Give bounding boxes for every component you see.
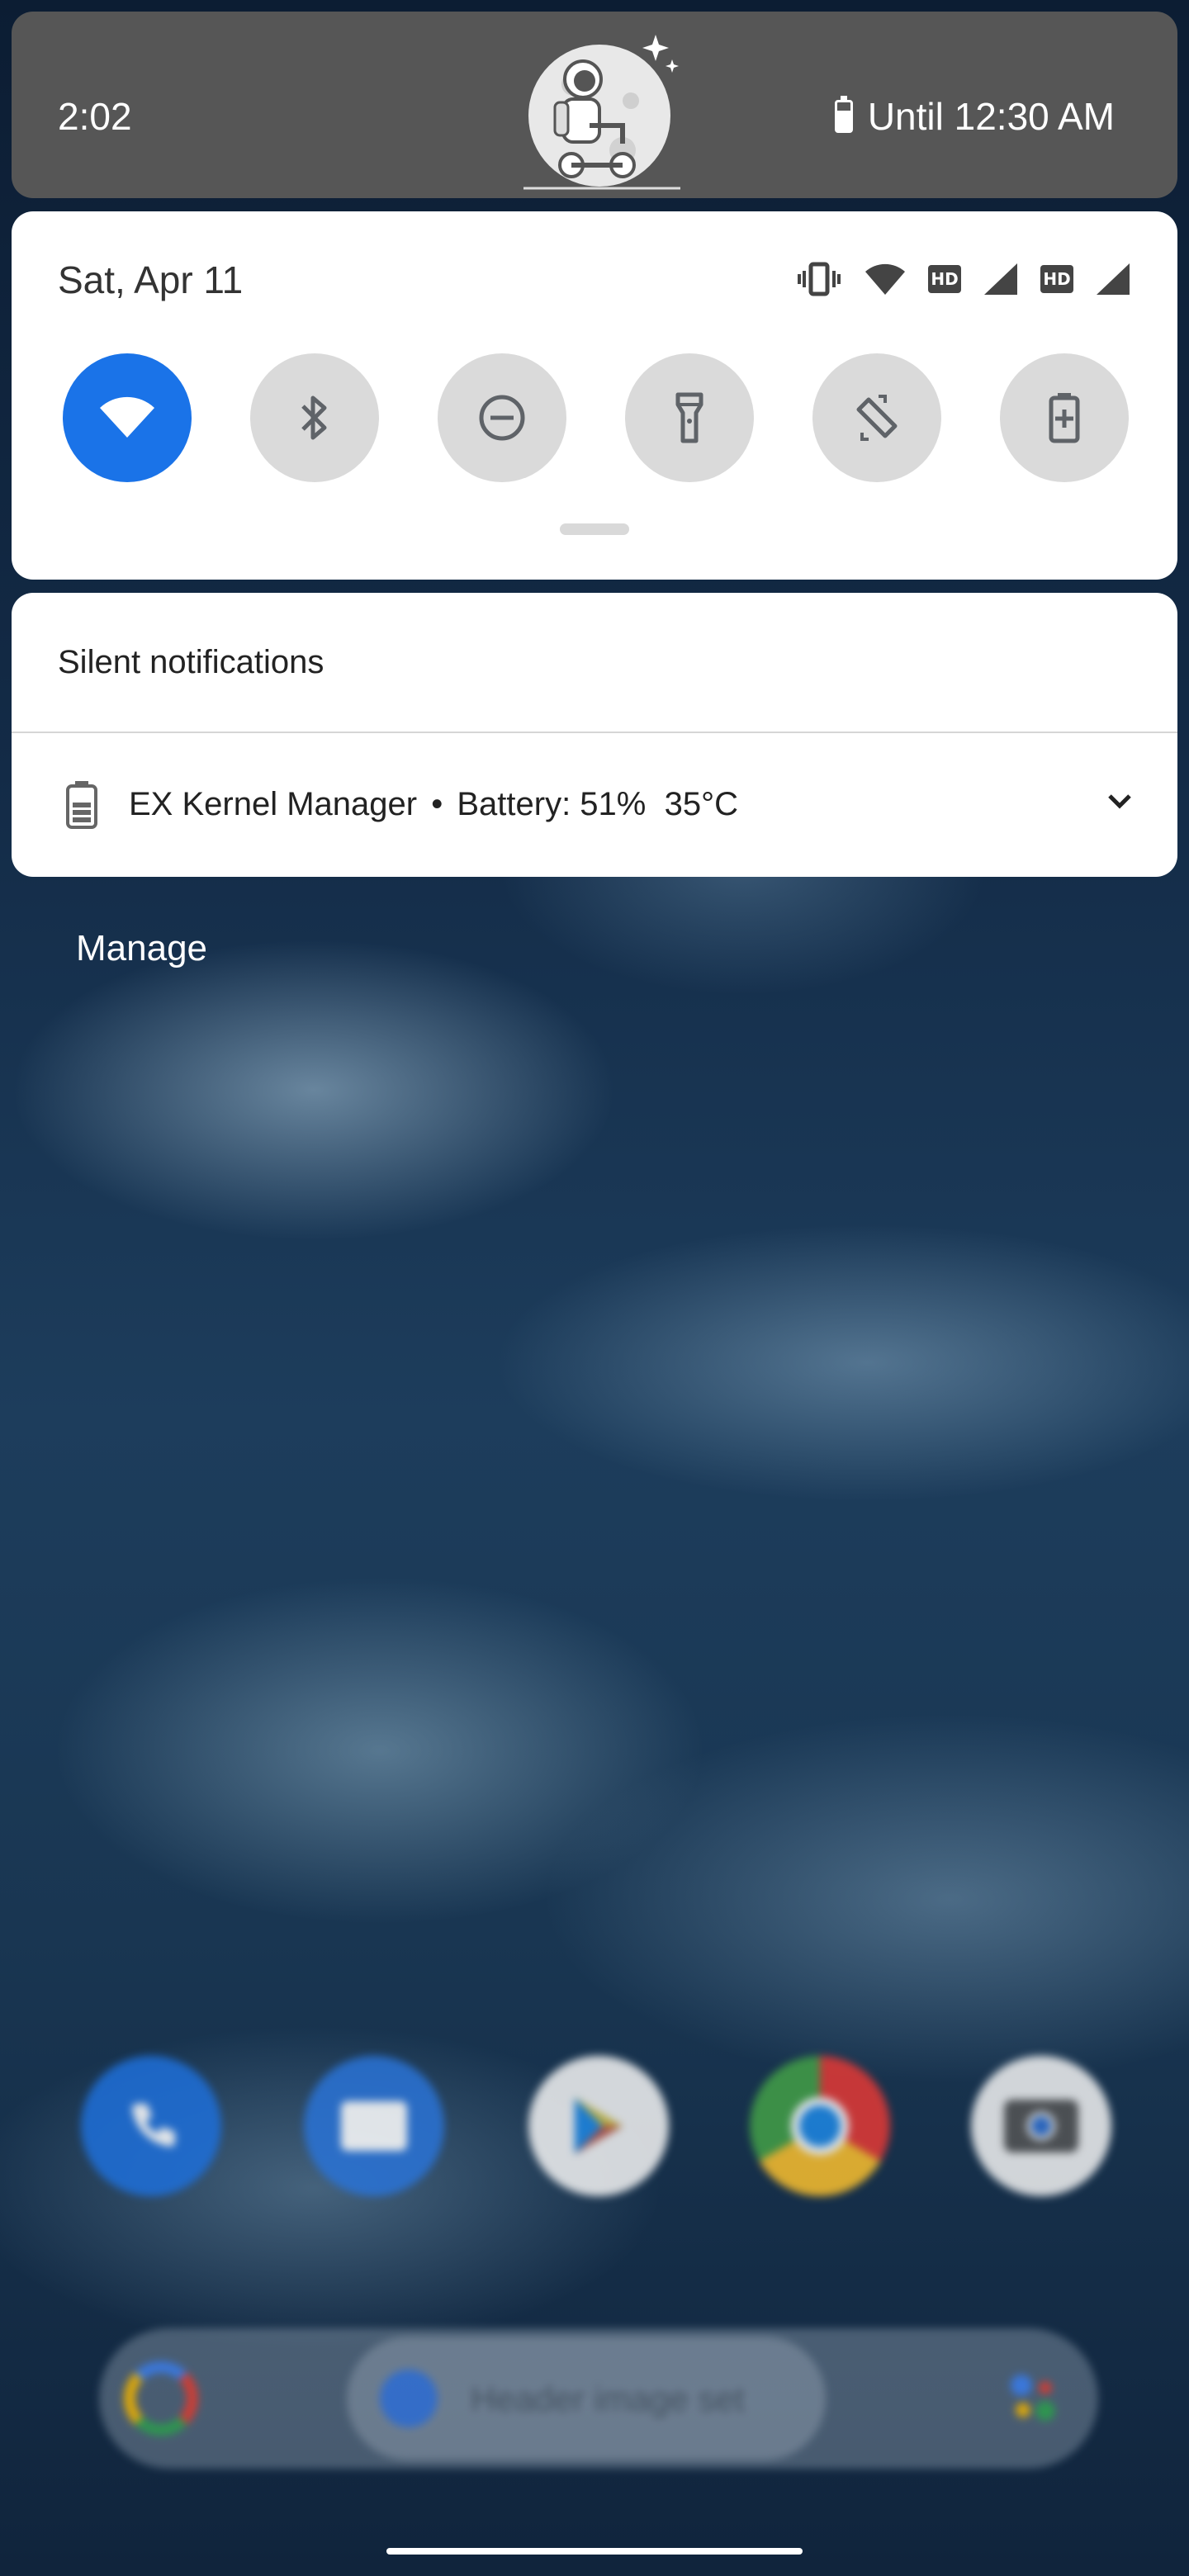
wifi-icon — [100, 396, 154, 438]
auto-rotate-icon — [856, 395, 898, 441]
home-screen-background: Header image set — [0, 2031, 1189, 2526]
battery-estimate: Until 12:30 AM — [867, 95, 1115, 138]
gesture-nav-handle[interactable] — [386, 2548, 803, 2555]
quick-settings-tiles — [63, 353, 1136, 482]
search-placeholder: Header image set — [471, 2379, 745, 2418]
date-label: Sat, Apr 11 — [58, 258, 244, 301]
flashlight-icon — [675, 392, 703, 443]
lens-icon — [380, 2370, 438, 2427]
hd-badge: HD — [1040, 265, 1073, 293]
flashlight-tile[interactable] — [625, 353, 754, 482]
bluetooth-tile[interactable] — [250, 353, 379, 482]
search-pill: Header image set — [347, 2337, 826, 2460]
app-name: EX Kernel Manager — [129, 786, 418, 822]
wifi-tile[interactable] — [63, 353, 192, 482]
cell-signal-icon — [984, 263, 1017, 295]
notification-item[interactable]: EX Kernel Manager • Battery: 51% 35°C — [12, 733, 1177, 877]
clock: 2:02 — [58, 95, 132, 138]
astronaut-moon-logo — [523, 35, 680, 190]
chrome-icon — [750, 2056, 890, 2196]
chevron-down-icon[interactable] — [1105, 791, 1135, 811]
separator: • — [431, 786, 443, 822]
auto-rotate-tile[interactable] — [812, 353, 941, 482]
quick-settings-panel: Sat, Apr 11 HD HD — [12, 211, 1177, 580]
manage-button[interactable]: Manage — [76, 928, 207, 969]
status-header: 2:02 Until 12:30 AM — [12, 12, 1177, 198]
wifi-signal-icon — [865, 263, 905, 295]
battery-saver-icon — [834, 96, 853, 133]
status-icons: HD HD — [796, 261, 1131, 297]
cell-signal-icon — [1097, 263, 1130, 295]
phone-icon — [81, 2056, 221, 2196]
bluetooth-icon — [301, 395, 327, 440]
battery-saver-tile[interactable] — [1000, 353, 1129, 482]
google-logo-icon — [124, 2361, 198, 2436]
search-bar: Header image set — [99, 2328, 1098, 2469]
battery-saver-icon — [1049, 393, 1080, 443]
section-title: Silent notifications — [58, 644, 324, 680]
assistant-icon — [1007, 2370, 1065, 2427]
expand-handle[interactable] — [560, 523, 629, 535]
do-not-disturb-tile[interactable] — [438, 353, 566, 482]
battery-icon — [66, 781, 97, 829]
notification-card: Silent notifications EX Kernel Manager •… — [12, 593, 1177, 877]
messages-icon — [304, 2056, 444, 2196]
play-store-icon — [528, 2056, 669, 2196]
notification-text: EX Kernel Manager • Battery: 51% 35°C — [129, 786, 738, 823]
do-not-disturb-icon — [479, 395, 525, 441]
notification-content: Battery: 51% 35°C — [457, 786, 738, 822]
camera-icon — [971, 2056, 1111, 2196]
battery-status: Until 12:30 AM — [834, 94, 1115, 139]
vibrate-icon — [798, 262, 841, 296]
hd-badge: HD — [928, 265, 961, 293]
